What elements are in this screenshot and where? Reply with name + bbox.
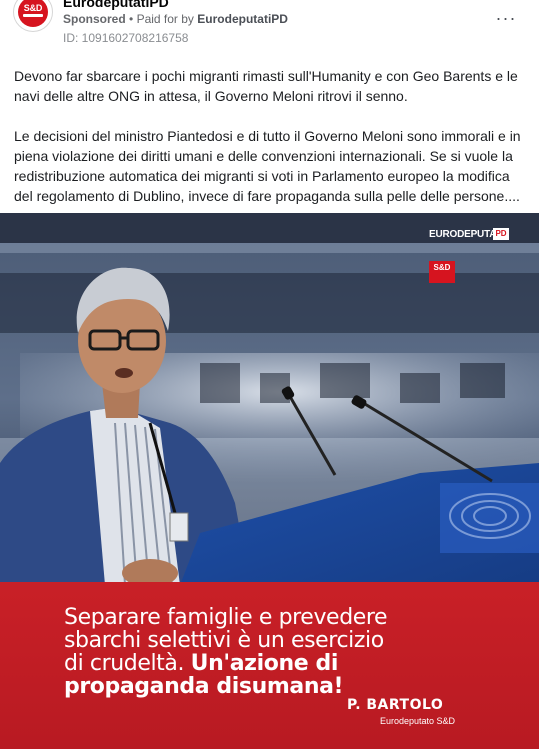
- post-paragraph: Le decisioni del ministro Piantedosi e d…: [14, 128, 521, 204]
- quote-text: Separare famiglie e prevedere sbarchi se…: [64, 606, 484, 698]
- meta-separator: •: [129, 12, 134, 26]
- ad-id: ID: 1091602708216758: [63, 31, 189, 45]
- page-name-link[interactable]: EurodeputatiPD: [63, 0, 169, 10]
- paid-for-by-link[interactable]: EurodeputatiPD: [197, 12, 288, 26]
- logo-sd-badge: S&D: [429, 261, 455, 283]
- post-body: Devono far sbarcare i pochi migranti rim…: [14, 66, 529, 226]
- sponsored-meta: Sponsored • Paid for by EurodeputatiPD: [63, 12, 288, 26]
- signature-role: Eurodeputato S&D: [380, 716, 456, 726]
- logo-pd-badge: PD: [493, 228, 509, 240]
- sponsored-label: Sponsored: [63, 12, 126, 26]
- page-avatar[interactable]: S&D: [13, 0, 53, 32]
- quote-line-part: di crudeltà.: [64, 651, 185, 676]
- paid-for-prefix: Paid for by: [136, 12, 194, 26]
- quote-line-bold: propaganda disumana!: [64, 674, 344, 699]
- ad-header: S&D EurodeputatiPD Sponsored • Paid for …: [0, 0, 539, 52]
- avatar-underline: [23, 14, 43, 17]
- eurodeputati-logo: EURODEPUTATI PD S&D: [429, 225, 511, 287]
- quote-line: sbarchi selettivi è un esercizio: [64, 628, 384, 653]
- ad-creative-image[interactable]: EURODEPUTATI PD S&D Separare famiglie e …: [0, 213, 539, 749]
- post-paragraph: Devono far sbarcare i pochi migranti rim…: [14, 68, 518, 104]
- more-dots-icon: ···: [495, 7, 517, 28]
- more-options-button[interactable]: ···: [494, 6, 518, 30]
- signature-name: P. BARTOLO: [347, 697, 444, 713]
- quote-line-bold: Un'azione di: [190, 651, 339, 676]
- quote-line: di crudeltà. Un'azione di: [64, 652, 484, 675]
- quote-line: Separare famiglie e prevedere: [64, 605, 388, 630]
